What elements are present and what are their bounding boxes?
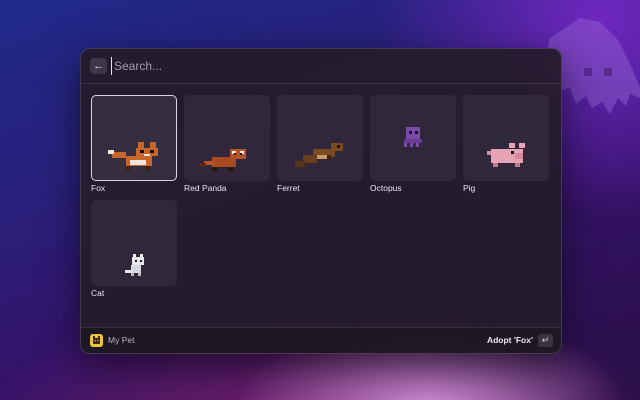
arrow-left-icon: ← <box>93 60 104 72</box>
pet-label: Octopus <box>370 183 402 193</box>
pig-sprite-icon <box>487 143 525 167</box>
pet-card-red-panda[interactable] <box>184 95 270 181</box>
pet-card-ferret[interactable] <box>277 95 363 181</box>
pet-card-octopus[interactable] <box>370 95 456 181</box>
red-panda-sprite-icon <box>200 149 246 171</box>
return-key-icon[interactable]: ↵ <box>538 334 553 347</box>
search-input[interactable] <box>111 57 534 75</box>
octopus-sprite-icon <box>404 127 422 147</box>
fox-sprite-icon <box>108 142 158 171</box>
cat-sprite-icon <box>125 254 144 276</box>
pet-label: Pig <box>463 183 476 193</box>
pet-label: Ferret <box>277 183 300 193</box>
pet-label: Fox <box>91 183 106 193</box>
app-title: My Pet <box>108 335 135 345</box>
ferret-sprite-icon <box>295 143 343 167</box>
pet-card-fox[interactable] <box>91 95 177 181</box>
adopt-button[interactable]: Adopt 'Fox' <box>487 335 533 345</box>
pet-card-cat[interactable] <box>91 200 177 286</box>
pet-label: Red Panda <box>184 183 227 193</box>
search-bar: ← <box>81 49 561 84</box>
footer-bar: My Pet Adopt 'Fox' ↵ <box>81 327 561 353</box>
my-pet-app-icon <box>90 334 103 347</box>
desktop-background: ← Search... Fox Red Panda Ferret Octopus… <box>0 0 640 400</box>
back-button[interactable]: ← <box>90 58 107 74</box>
pet-card-pig[interactable] <box>463 95 549 181</box>
pet-label: Cat <box>91 288 105 298</box>
pet-grid: Fox Red Panda Ferret Octopus Pig Cat <box>81 83 561 327</box>
pet-picker-window: ← Search... Fox Red Panda Ferret Octopus… <box>80 48 562 354</box>
